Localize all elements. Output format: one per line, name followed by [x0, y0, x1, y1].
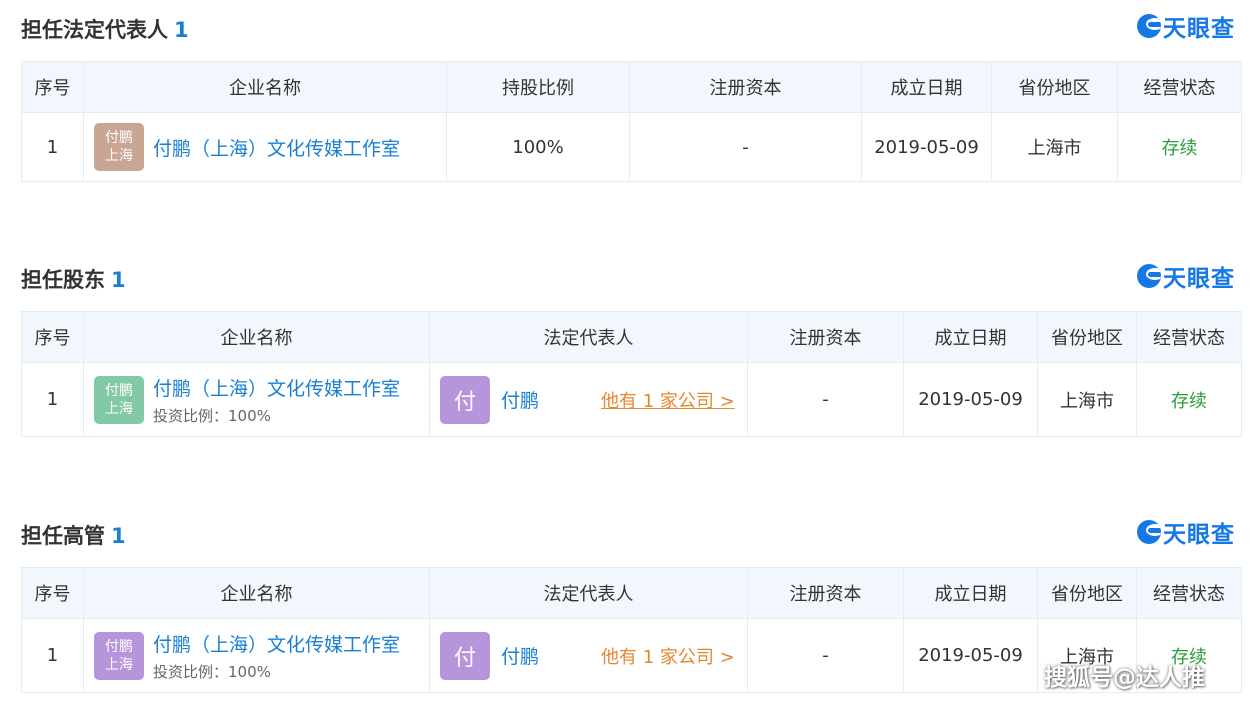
header-index: 序号: [21, 311, 84, 363]
section-title-text: 担任高管: [21, 524, 105, 548]
table-header-row: 序号 企业名称 持股比例 注册资本 成立日期 省份地区 经营状态: [21, 61, 1242, 113]
company-avatar[interactable]: 付鹏 上海: [94, 631, 144, 680]
legal-rep-table: 序号 企业名称 持股比例 注册资本 成立日期 省份地区 经营状态 1 付鹏 上海…: [21, 61, 1242, 182]
header-date: 成立日期: [861, 61, 992, 113]
cell-region: 上海市: [1037, 362, 1137, 437]
section-title-text: 担任股东: [21, 268, 105, 292]
person-name-link[interactable]: 付鹏: [501, 386, 601, 413]
avatar-line1: 付鹏: [105, 638, 133, 655]
cell-status: 存续: [1136, 362, 1242, 437]
avatar-line2: 上海: [105, 400, 133, 417]
tianyancha-eye-icon: [1137, 264, 1161, 288]
cell-index: 1: [21, 362, 84, 437]
cell-date: 2019-05-09: [903, 362, 1038, 437]
invest-ratio: 投资比例：100%: [153, 406, 271, 425]
logo-text: 天眼查: [1163, 266, 1235, 292]
header-legal-rep: 法定代表人: [429, 567, 748, 619]
cell-company: 付鹏 上海 付鹏（上海）文化传媒工作室: [83, 112, 447, 182]
header-company: 企业名称: [83, 311, 430, 363]
header-index: 序号: [21, 567, 84, 619]
avatar-line1: 付鹏: [105, 130, 133, 146]
header-status: 经营状态: [1117, 61, 1242, 113]
cell-share-ratio: 100%: [446, 112, 630, 182]
section-title-text: 担任法定代表人: [21, 18, 168, 42]
section-title: 担任法定代表人 1: [21, 14, 189, 44]
table-header-row: 序号 企业名称 法定代表人 注册资本 成立日期 省份地区 经营状态: [21, 311, 1242, 363]
company-name-link[interactable]: 付鹏（上海）文化传媒工作室: [153, 630, 400, 657]
cell-capital: -: [747, 362, 904, 437]
header-date: 成立日期: [903, 311, 1038, 363]
other-companies-link[interactable]: 他有 1 家公司 >: [601, 387, 735, 413]
header-capital: 注册资本: [747, 567, 904, 619]
other-companies-link[interactable]: 他有 1 家公司 >: [601, 643, 735, 669]
header-region: 省份地区: [1037, 311, 1137, 363]
logo-text: 天眼查: [1163, 16, 1235, 42]
cell-legal-rep: 付 付鹏 他有 1 家公司 >: [429, 618, 748, 693]
header-region: 省份地区: [991, 61, 1118, 113]
section-title: 担任高管 1: [21, 520, 126, 550]
cell-date: 2019-05-09: [861, 112, 992, 182]
tianyancha-logo: 天眼查: [1137, 517, 1235, 548]
cell-legal-rep: 付 付鹏 他有 1 家公司 >: [429, 362, 748, 437]
tianyancha-eye-icon: [1137, 14, 1161, 38]
invest-ratio: 投资比例：100%: [153, 662, 271, 681]
cell-company: 付鹏 上海 付鹏（上海）文化传媒工作室 投资比例：100%: [83, 362, 430, 437]
header-company: 企业名称: [83, 61, 447, 113]
avatar-line2: 上海: [105, 148, 133, 164]
tianyancha-eye-icon: [1137, 520, 1161, 544]
cell-status: 存续: [1117, 112, 1242, 182]
cell-date: 2019-05-09: [903, 618, 1038, 693]
sohu-watermark: 搜狐号@达人推: [1044, 665, 1205, 691]
section-count[interactable]: 1: [111, 524, 126, 548]
cell-company: 付鹏 上海 付鹏（上海）文化传媒工作室 投资比例：100%: [83, 618, 430, 693]
person-avatar[interactable]: 付: [440, 631, 490, 680]
table-header-row: 序号 企业名称 法定代表人 注册资本 成立日期 省份地区 经营状态: [21, 567, 1242, 619]
logo-text: 天眼查: [1163, 522, 1235, 548]
company-avatar[interactable]: 付鹏 上海: [94, 375, 144, 424]
cell-index: 1: [21, 618, 84, 693]
header-date: 成立日期: [903, 567, 1038, 619]
person-avatar[interactable]: 付: [440, 375, 490, 424]
cell-region: 上海市: [991, 112, 1118, 182]
avatar-line1: 付鹏: [105, 382, 133, 399]
header-status: 经营状态: [1136, 567, 1242, 619]
cell-index: 1: [21, 112, 84, 182]
header-capital: 注册资本: [747, 311, 904, 363]
table-row: 1 付鹏 上海 付鹏（上海）文化传媒工作室 100% - 2019-05-09 …: [21, 112, 1242, 182]
header-index: 序号: [21, 61, 84, 113]
header-status: 经营状态: [1136, 311, 1242, 363]
header-share-ratio: 持股比例: [446, 61, 630, 113]
cell-capital: -: [747, 618, 904, 693]
section-count[interactable]: 1: [111, 268, 126, 292]
tianyancha-logo: 天眼查: [1137, 11, 1235, 42]
section-title: 担任股东 1: [21, 264, 126, 294]
tianyancha-logo: 天眼查: [1137, 261, 1235, 292]
shareholder-table: 序号 企业名称 法定代表人 注册资本 成立日期 省份地区 经营状态 1 付鹏 上…: [21, 311, 1242, 437]
header-capital: 注册资本: [629, 61, 862, 113]
company-avatar[interactable]: 付鹏 上海: [94, 123, 144, 171]
header-region: 省份地区: [1037, 567, 1137, 619]
person-name-link[interactable]: 付鹏: [501, 642, 601, 669]
company-name-link[interactable]: 付鹏（上海）文化传媒工作室: [153, 134, 400, 161]
table-row: 1 付鹏 上海 付鹏（上海）文化传媒工作室 投资比例：100% 付 付鹏 他有 …: [21, 362, 1242, 437]
cell-capital: -: [629, 112, 862, 182]
avatar-line2: 上海: [105, 656, 133, 673]
header-legal-rep: 法定代表人: [429, 311, 748, 363]
company-name-link[interactable]: 付鹏（上海）文化传媒工作室: [153, 374, 400, 401]
header-company: 企业名称: [83, 567, 430, 619]
section-count[interactable]: 1: [174, 18, 189, 42]
